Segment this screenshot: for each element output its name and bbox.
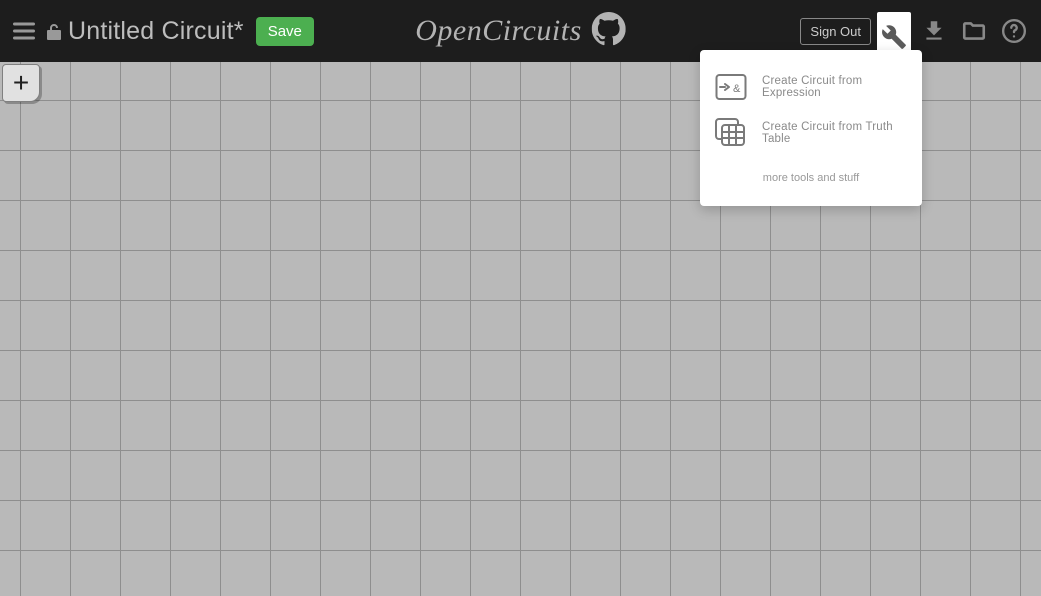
truth-table-icon bbox=[714, 116, 748, 150]
expression-icon: & bbox=[714, 70, 748, 104]
svg-text:&: & bbox=[733, 83, 741, 95]
open-button[interactable] bbox=[957, 14, 991, 48]
tools-dropdown-footer: more tools and stuff bbox=[700, 168, 922, 188]
brand-logo[interactable]: OpenCircuits bbox=[415, 12, 626, 51]
download-button[interactable] bbox=[917, 14, 951, 48]
tools-item-label: Create Circuit from Truth Table bbox=[762, 121, 908, 145]
help-icon bbox=[1001, 18, 1027, 44]
unlock-icon[interactable] bbox=[44, 22, 64, 42]
help-button[interactable] bbox=[997, 14, 1031, 48]
tools-item-label: Create Circuit from Expression bbox=[762, 75, 908, 99]
folder-icon bbox=[961, 18, 987, 44]
tools-item-expression[interactable]: & Create Circuit from Expression bbox=[700, 64, 922, 110]
wrench-icon bbox=[881, 24, 907, 50]
save-button[interactable]: Save bbox=[256, 17, 314, 46]
github-icon bbox=[592, 12, 626, 51]
add-component-button[interactable]: + bbox=[2, 64, 40, 102]
sign-out-button[interactable]: Sign Out bbox=[800, 18, 871, 45]
tools-dropdown: & Create Circuit from Expression Create … bbox=[700, 50, 922, 206]
hamburger-icon[interactable] bbox=[10, 17, 38, 45]
circuit-title[interactable]: Untitled Circuit* bbox=[68, 17, 244, 46]
brand-text: OpenCircuits bbox=[415, 14, 582, 48]
download-icon bbox=[921, 18, 947, 44]
tools-item-truth-table[interactable]: Create Circuit from Truth Table bbox=[700, 110, 922, 156]
